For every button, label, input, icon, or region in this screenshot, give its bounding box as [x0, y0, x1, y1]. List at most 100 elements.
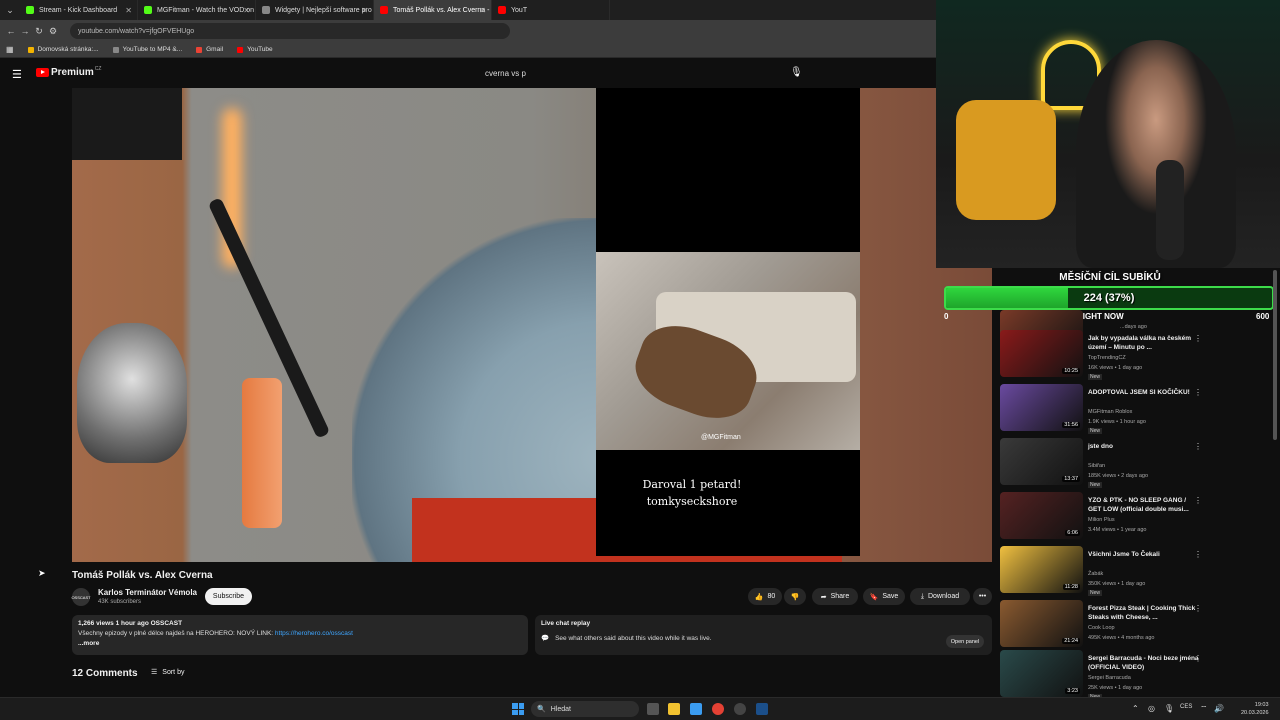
- forward-icon[interactable]: →: [18, 26, 32, 36]
- video-duration: 31:56: [1062, 422, 1080, 428]
- recommendation-thumbnail[interactable]: 10:25: [1000, 330, 1083, 377]
- recommendation-channel[interactable]: Žabák: [1088, 571, 1103, 577]
- taskbar-search[interactable]: 🔍 Hledat: [531, 701, 639, 717]
- kebab-menu-icon[interactable]: ⋮: [1194, 496, 1202, 505]
- sort-by-button[interactable]: ☰ Sort by: [151, 668, 184, 677]
- sub-goal-min: 0: [944, 312, 949, 321]
- file-explorer-icon[interactable]: [668, 703, 680, 715]
- apps-icon[interactable]: ▦: [6, 45, 14, 54]
- recommendation-thumbnail[interactable]: 13:37: [1000, 438, 1083, 485]
- browser-tab[interactable]: Stream - Kick Dashboard ✕: [20, 0, 138, 20]
- obs-icon[interactable]: [734, 703, 746, 715]
- description-more[interactable]: ...more: [78, 640, 522, 647]
- steam-icon[interactable]: [756, 703, 768, 715]
- back-icon[interactable]: ←: [4, 26, 18, 36]
- download-button[interactable]: ⤓ Download: [910, 588, 970, 605]
- recommendation-item[interactable]: 13:37 jste dno Sibiřan 185K views • 2 days …: [1000, 438, 1270, 488]
- tab-close-icon[interactable]: ✕: [125, 6, 132, 15]
- recommendation-title[interactable]: ADOPTOVAL JSEM SI KOČIČKU!: [1088, 388, 1200, 397]
- recommendation-thumbnail[interactable]: 6:06: [1000, 492, 1083, 539]
- tray-network-icon[interactable]: ◎: [1148, 704, 1155, 713]
- recommendation-title[interactable]: Forest Pizza Steak | Cooking Thick Steak…: [1088, 604, 1200, 622]
- tab-search-icon[interactable]: ⌄: [0, 0, 20, 20]
- recommendation-channel[interactable]: Milion Plus: [1088, 517, 1115, 523]
- recommendation-item[interactable]: 3:23 Sergei Barracuda - Noci beze jména (…: [1000, 650, 1270, 700]
- tab-close-icon[interactable]: ✕: [361, 6, 368, 15]
- video-player[interactable]: @MGFitman Daroval 1 petard! tomkysecksho…: [72, 88, 992, 562]
- tab-close-icon[interactable]: ✕: [479, 6, 486, 15]
- recommendation-title[interactable]: jste dno: [1088, 442, 1200, 451]
- kebab-menu-icon[interactable]: ⋮: [1194, 654, 1202, 663]
- mic-icon[interactable]: 🎙: [790, 67, 803, 78]
- store-icon[interactable]: [690, 703, 702, 715]
- kebab-menu-icon[interactable]: ⋮: [1194, 604, 1202, 613]
- bookmark-item[interactable]: YouTube: [237, 46, 273, 53]
- sidebar-scrollbar[interactable]: [1273, 270, 1277, 440]
- recommendation-thumbnail[interactable]: 3:23: [1000, 650, 1083, 697]
- youtube-play-icon: [36, 68, 49, 77]
- bookmark-favicon-icon: [237, 46, 244, 53]
- recommendation-thumbnail[interactable]: 21:24: [1000, 600, 1083, 647]
- url-field[interactable]: youtube.com/watch?v=jfgOFVEHUgo: [70, 23, 510, 39]
- browser-tab-bar: ⌄ Stream - Kick Dashboard ✕ MGFitman - Wat…: [0, 0, 936, 20]
- tab-close-icon[interactable]: ✕: [243, 6, 250, 15]
- youtube-logo[interactable]: Premium CZ: [36, 66, 101, 78]
- tab-favicon-icon: [380, 6, 388, 14]
- browser-tab[interactable]: MGFitman - Watch the VOD on ✕: [138, 0, 256, 20]
- download-label: Download: [927, 593, 960, 600]
- bookmark-item[interactable]: Domovská stránka:...: [27, 46, 99, 53]
- tray-language[interactable]: CES: [1180, 704, 1192, 710]
- recommendation-title[interactable]: Jak by vypadala válka na českém území – …: [1088, 334, 1200, 352]
- recommendation-channel[interactable]: TopTrendingCZ: [1088, 355, 1126, 361]
- channel-name[interactable]: Karlos Terminátor Vémola: [98, 588, 197, 597]
- search-input[interactable]: cverna vs p: [485, 69, 526, 78]
- more-actions-button[interactable]: •••: [973, 588, 992, 605]
- chrome-icon[interactable]: [712, 703, 724, 715]
- recommendation-title[interactable]: Všichni Jsme To Čekali: [1088, 550, 1200, 559]
- start-icon[interactable]: [512, 703, 524, 715]
- reload-icon[interactable]: ↻: [32, 26, 46, 37]
- recommendation-item[interactable]: 31:56 ADOPTOVAL JSEM SI KOČIČKU! MGFitman …: [1000, 384, 1270, 434]
- kebab-menu-icon[interactable]: ⋮: [1194, 388, 1202, 397]
- description-link[interactable]: https://herohero.co/osscast: [275, 630, 353, 637]
- channel-avatar[interactable]: OSSCAST: [71, 588, 91, 606]
- recommendation-thumbnail[interactable]: 31:56: [1000, 384, 1083, 431]
- like-button[interactable]: 👍 80: [748, 588, 782, 605]
- kebab-menu-icon[interactable]: ⋮: [1194, 442, 1202, 451]
- tray-clock[interactable]: 19:03 20.03.2026: [1241, 701, 1269, 717]
- recommendation-stats: 1.9K views • 1 hour ago: [1088, 419, 1146, 425]
- recommendation-item[interactable]: 11:28 Všichni Jsme To Čekali Žabák 350K vie…: [1000, 546, 1270, 596]
- subscribe-button[interactable]: Subscribe: [205, 588, 252, 605]
- site-info-icon[interactable]: ⚙: [46, 26, 60, 37]
- tray-wifi-icon[interactable]: ⌔: [1200, 704, 1208, 714]
- share-button[interactable]: ➦ Share: [812, 588, 858, 605]
- save-button[interactable]: 🔖 Save: [863, 588, 905, 605]
- bookmark-item[interactable]: Gmail: [196, 46, 223, 53]
- recommendation-item[interactable]: 10:25 Jak by vypadala válka na českém úze…: [1000, 330, 1270, 380]
- recommendation-item[interactable]: 21:24 Forest Pizza Steak | Cooking Thick …: [1000, 600, 1270, 650]
- browser-tab[interactable]: Widgety | Nejlepší software pro ✕: [256, 0, 374, 20]
- browser-tab[interactable]: YouT: [492, 0, 610, 20]
- browser-tab[interactable]: Tomáš Pollák vs. Alex Cverna - ✕: [374, 0, 492, 20]
- task-view-icon[interactable]: [647, 703, 659, 715]
- recommendation-title[interactable]: YZO & PTK - NO SLEEP GANG / GET LOW (off…: [1088, 496, 1200, 514]
- recommendation-title[interactable]: Sergei Barracuda - Noci beze jména (OFFI…: [1088, 654, 1200, 672]
- recommendation-thumbnail[interactable]: 11:28: [1000, 546, 1083, 593]
- description-box[interactable]: 1,266 views 1 hour ago OSSCAST Všechny e…: [72, 615, 528, 655]
- tray-volume-icon[interactable]: 🔊: [1214, 704, 1224, 713]
- tray-chevron-icon[interactable]: ⌃: [1132, 704, 1139, 713]
- recommendation-channel[interactable]: Sergei Barracuda: [1088, 675, 1131, 681]
- menu-icon[interactable]: ☰: [12, 68, 22, 81]
- recommendation-item[interactable]: 6:06 YZO & PTK - NO SLEEP GANG / GET LOW …: [1000, 492, 1270, 542]
- kebab-menu-icon[interactable]: ⋮: [1194, 550, 1202, 559]
- tray-mic-icon[interactable]: 🎙: [1164, 704, 1174, 713]
- recommendation-channel[interactable]: Cook Loop: [1088, 625, 1115, 631]
- open-panel-button[interactable]: Open panel: [946, 635, 984, 648]
- recommendation-channel[interactable]: MGFitman Roblox: [1088, 409, 1132, 415]
- dislike-button[interactable]: 👎: [784, 588, 806, 605]
- bookmark-item[interactable]: YouTube to MP4 &...: [112, 46, 182, 53]
- recommendation-channel[interactable]: Sibiřan: [1088, 463, 1105, 469]
- kebab-menu-icon[interactable]: ⋮: [1194, 334, 1202, 343]
- download-icon: ⤓: [920, 592, 924, 600]
- sub-goal-bar: 224 (37%): [944, 286, 1274, 310]
